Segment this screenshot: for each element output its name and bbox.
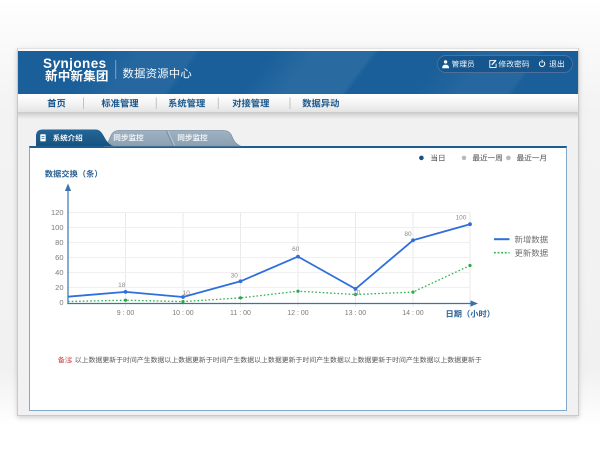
svg-text:80: 80 bbox=[404, 231, 412, 238]
svg-text:120: 120 bbox=[51, 208, 64, 217]
svg-text:10 : 00: 10 : 00 bbox=[172, 310, 194, 317]
svg-text:0: 0 bbox=[59, 298, 63, 307]
svg-text:10: 10 bbox=[353, 290, 361, 297]
svg-text:11 : 00: 11 : 00 bbox=[230, 310, 251, 317]
svg-text:60: 60 bbox=[292, 246, 300, 253]
svg-text:40: 40 bbox=[55, 268, 63, 277]
svg-text:20: 20 bbox=[55, 283, 63, 292]
svg-text:14 : 00: 14 : 00 bbox=[402, 310, 424, 317]
svg-text:10: 10 bbox=[183, 290, 191, 297]
svg-text:13 : 00: 13 : 00 bbox=[345, 310, 367, 317]
svg-text:Synjones: Synjones bbox=[43, 56, 107, 71]
svg-text:80: 80 bbox=[55, 238, 63, 247]
svg-text:100: 100 bbox=[456, 215, 467, 222]
svg-text:9 : 00: 9 : 00 bbox=[117, 310, 135, 317]
svg-text::: : bbox=[70, 355, 73, 364]
svg-text:30: 30 bbox=[231, 272, 239, 279]
svg-text:12 : 00: 12 : 00 bbox=[287, 310, 309, 317]
svg-text:18: 18 bbox=[118, 282, 126, 289]
svg-text:60: 60 bbox=[55, 253, 63, 262]
svg-text:100: 100 bbox=[51, 223, 64, 232]
